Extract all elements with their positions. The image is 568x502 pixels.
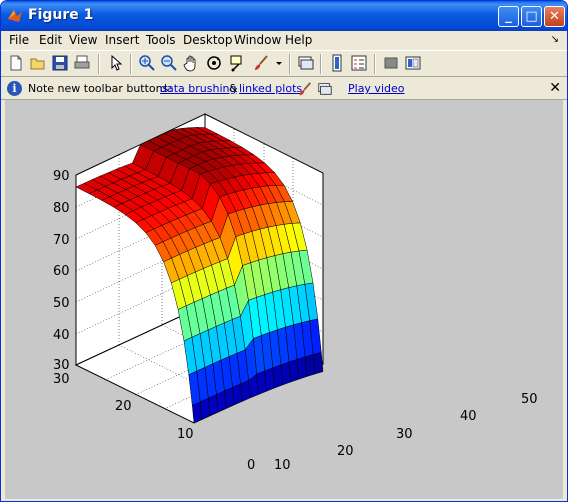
window-title: Figure 1 <box>28 7 94 23</box>
info-icon: i <box>7 81 22 96</box>
title-bar[interactable]: Figure 1 _ □ ✕ <box>1 1 567 31</box>
close-info-icon[interactable]: ✕ <box>549 80 561 96</box>
minimize-button[interactable]: _ <box>498 6 519 27</box>
maximize-button[interactable]: □ <box>521 6 542 27</box>
data-brushing-link[interactable]: data brushing <box>160 82 236 95</box>
figure-toolbar <box>1 50 567 77</box>
zoom-in-icon[interactable] <box>138 54 156 72</box>
y-tick-label: 0 <box>247 458 255 473</box>
z-tick-label: 40 <box>53 328 70 343</box>
info-bar: i Note new toolbar buttons: data brushin… <box>1 78 567 100</box>
x-tick-label: 50 <box>521 392 538 407</box>
play-video-link[interactable]: Play video <box>348 82 404 95</box>
menu-file[interactable]: File <box>9 33 29 47</box>
z-tick-label: 70 <box>53 233 70 248</box>
z-tick-label: 90 <box>53 169 70 184</box>
surface-patch <box>312 352 324 375</box>
z-tick-label: 60 <box>53 264 70 279</box>
x-tick-label: 30 <box>396 427 413 442</box>
y-tick-label: 20 <box>115 399 132 414</box>
brush-dropdown-icon[interactable] <box>274 54 284 72</box>
legend-icon[interactable] <box>350 54 368 72</box>
x-tick-label: 20 <box>337 444 354 459</box>
z-tick-label: 30 <box>53 358 70 373</box>
menu-window[interactable]: Window <box>234 33 281 47</box>
y-tick-label: 10 <box>177 427 194 442</box>
link-plot-icon[interactable] <box>297 54 315 72</box>
x-axis: 10 20 30 40 50 <box>274 392 538 473</box>
close-button[interactable]: ✕ <box>544 6 565 27</box>
menu-desktop[interactable]: Desktop <box>183 33 233 47</box>
info-text: Note new toolbar buttons: <box>28 82 173 95</box>
rotate-3d-icon[interactable] <box>205 54 223 72</box>
menu-view[interactable]: View <box>69 33 97 47</box>
y-tick-label: 30 <box>53 372 70 387</box>
new-figure-icon[interactable] <box>7 54 25 72</box>
dock-arrow-icon[interactable]: ↘ <box>551 34 559 45</box>
menu-bar: File Edit View Insert Tools Desktop Wind… <box>1 31 567 50</box>
z-axis: 90 80 70 60 50 40 30 <box>53 169 70 373</box>
link-plot-icon <box>318 83 332 95</box>
matlab-icon <box>8 10 22 22</box>
pointer-icon[interactable] <box>107 54 125 72</box>
figure-window: Figure 1 _ □ ✕ File Edit View Insert Too… <box>0 0 568 502</box>
menu-tools[interactable]: Tools <box>146 33 176 47</box>
open-file-icon[interactable] <box>29 54 47 72</box>
brush-icon[interactable] <box>252 54 270 72</box>
z-tick-label: 50 <box>53 296 70 311</box>
print-icon[interactable] <box>73 54 91 72</box>
show-plot-tools-icon[interactable] <box>404 54 422 72</box>
linked-plots-link[interactable]: linked plots <box>239 82 302 95</box>
z-tick-label: 80 <box>53 201 70 216</box>
surface-plot[interactable]: 90 80 70 60 50 40 30 30 20 10 0 10 20 30… <box>5 100 563 499</box>
colorbar-icon[interactable] <box>328 54 346 72</box>
data-cursor-icon[interactable] <box>228 54 246 72</box>
figure-canvas[interactable]: 90 80 70 60 50 40 30 30 20 10 0 10 20 30… <box>5 100 563 499</box>
hide-plot-tools-icon[interactable] <box>382 54 400 72</box>
save-icon[interactable] <box>51 54 69 72</box>
x-tick-label: 10 <box>274 458 291 473</box>
menu-insert[interactable]: Insert <box>105 33 139 47</box>
menu-edit[interactable]: Edit <box>39 33 62 47</box>
zoom-out-icon[interactable] <box>160 54 178 72</box>
ampersand-text: & <box>229 82 238 95</box>
brush-icon <box>299 82 312 96</box>
pan-icon[interactable] <box>182 54 200 72</box>
x-tick-label: 40 <box>460 409 477 424</box>
menu-help[interactable]: Help <box>285 33 312 47</box>
